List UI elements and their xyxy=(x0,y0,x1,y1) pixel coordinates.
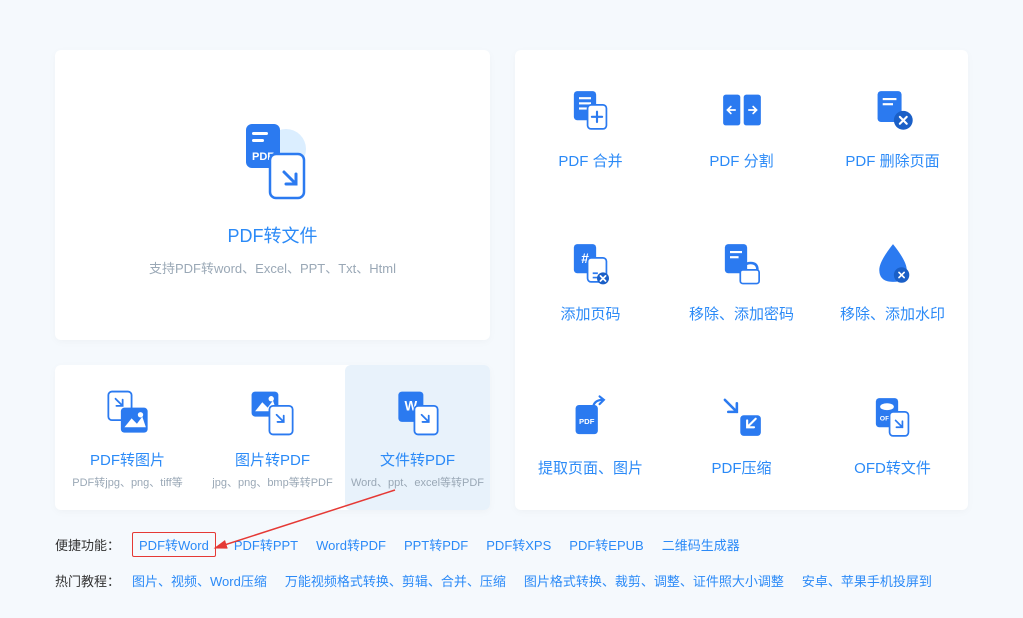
feature-title-2: 文件转PDF xyxy=(380,449,455,470)
split-icon xyxy=(714,82,770,138)
tutorial-link-3[interactable]: 安卓、苹果手机投屏到 xyxy=(802,571,932,590)
watermark-icon xyxy=(865,235,921,291)
pdf-to-file-icon: PDF xyxy=(228,114,318,204)
quick-link-6[interactable]: 二维码生成器 xyxy=(662,535,740,554)
password-icon xyxy=(714,235,770,291)
quick-link-4[interactable]: PDF转XPS xyxy=(486,535,551,554)
quick-link-3[interactable]: PPT转PDF xyxy=(404,535,468,554)
grid-title-6: 提取页面、图片 xyxy=(538,457,643,478)
feature-pdf-to-image[interactable]: PDF转图片 PDF转jpg、png、tiff等 xyxy=(55,365,200,510)
ofd-icon: OFD xyxy=(865,389,921,445)
quick-link-2[interactable]: Word转PDF xyxy=(316,535,386,554)
feature-sub-2: Word、ppt、excel等转PDF xyxy=(351,474,484,490)
tool-password[interactable]: 移除、添加密码 xyxy=(666,203,817,356)
svg-text:PDF: PDF xyxy=(579,417,595,426)
tool-ofd[interactable]: OFD OFD转文件 xyxy=(817,357,968,510)
grid-title-7: PDF压缩 xyxy=(711,457,771,478)
quick-links-row: 便捷功能： PDF转Word PDF转PPT Word转PDF PPT转PDF … xyxy=(55,532,968,557)
compress-icon xyxy=(714,389,770,445)
tool-pdf-split[interactable]: PDF 分割 xyxy=(666,50,817,203)
extract-icon: PDF xyxy=(563,389,619,445)
grid-title-4: 移除、添加密码 xyxy=(689,303,794,324)
feature-title-1: 图片转PDF xyxy=(235,449,310,470)
tool-extract[interactable]: PDF 提取页面、图片 xyxy=(515,357,666,510)
quick-link-1[interactable]: PDF转PPT xyxy=(234,535,298,554)
image-to-pdf-icon xyxy=(245,385,301,441)
delete-page-icon xyxy=(865,82,921,138)
quick-link-5[interactable]: PDF转EPUB xyxy=(569,535,643,554)
tutorial-link-1[interactable]: 万能视频格式转换、剪辑、合并、压缩 xyxy=(285,571,506,590)
quick-link-0[interactable]: PDF转Word xyxy=(132,532,216,557)
grid-title-1: PDF 分割 xyxy=(709,150,773,171)
tutorial-link-2[interactable]: 图片格式转换、裁剪、调整、证件照大小调整 xyxy=(524,571,784,590)
feature-file-to-pdf[interactable]: W 文件转PDF Word、ppt、excel等转PDF xyxy=(345,365,490,510)
pdf-to-image-icon xyxy=(100,385,156,441)
grid-title-5: 移除、添加水印 xyxy=(840,303,945,324)
hot-tutorials-label: 热门教程： xyxy=(55,571,120,590)
grid-title-2: PDF 删除页面 xyxy=(845,150,939,171)
hero-title: PDF转文件 xyxy=(228,222,318,248)
page-number-icon: # xyxy=(563,235,619,291)
feature-image-to-pdf[interactable]: 图片转PDF jpg、png、bmp等转PDF xyxy=(200,365,345,510)
quick-links-label: 便捷功能： xyxy=(55,535,120,554)
tool-pdf-merge[interactable]: PDF 合并 xyxy=(515,50,666,203)
feature-title-0: PDF转图片 xyxy=(90,449,165,470)
file-to-pdf-icon: W xyxy=(390,385,446,441)
hero-subtitle: 支持PDF转word、Excel、PPT、Txt、Html xyxy=(149,258,396,277)
tools-grid: PDF 合并 PDF 分割 xyxy=(515,50,968,510)
tool-watermark[interactable]: 移除、添加水印 xyxy=(817,203,968,356)
grid-title-8: OFD转文件 xyxy=(854,457,931,478)
left-feature-row: PDF转图片 PDF转jpg、png、tiff等 图片转PDF jpg、png、… xyxy=(55,365,490,510)
tutorial-link-0[interactable]: 图片、视频、Word压缩 xyxy=(132,571,267,590)
tool-pdf-delete-page[interactable]: PDF 删除页面 xyxy=(817,50,968,203)
tool-compress[interactable]: PDF压缩 xyxy=(666,357,817,510)
grid-title-3: 添加页码 xyxy=(560,303,620,324)
hot-tutorials-row: 热门教程： 图片、视频、Word压缩 万能视频格式转换、剪辑、合并、压缩 图片格… xyxy=(55,571,968,590)
feature-sub-1: jpg、png、bmp等转PDF xyxy=(212,474,332,490)
grid-title-0: PDF 合并 xyxy=(558,150,622,171)
feature-sub-0: PDF转jpg、png、tiff等 xyxy=(72,474,182,490)
merge-icon xyxy=(563,82,619,138)
tool-add-page-number[interactable]: # 添加页码 xyxy=(515,203,666,356)
hero-card[interactable]: PDF PDF转文件 支持PDF转word、Excel、PPT、Txt、Html xyxy=(55,50,490,340)
